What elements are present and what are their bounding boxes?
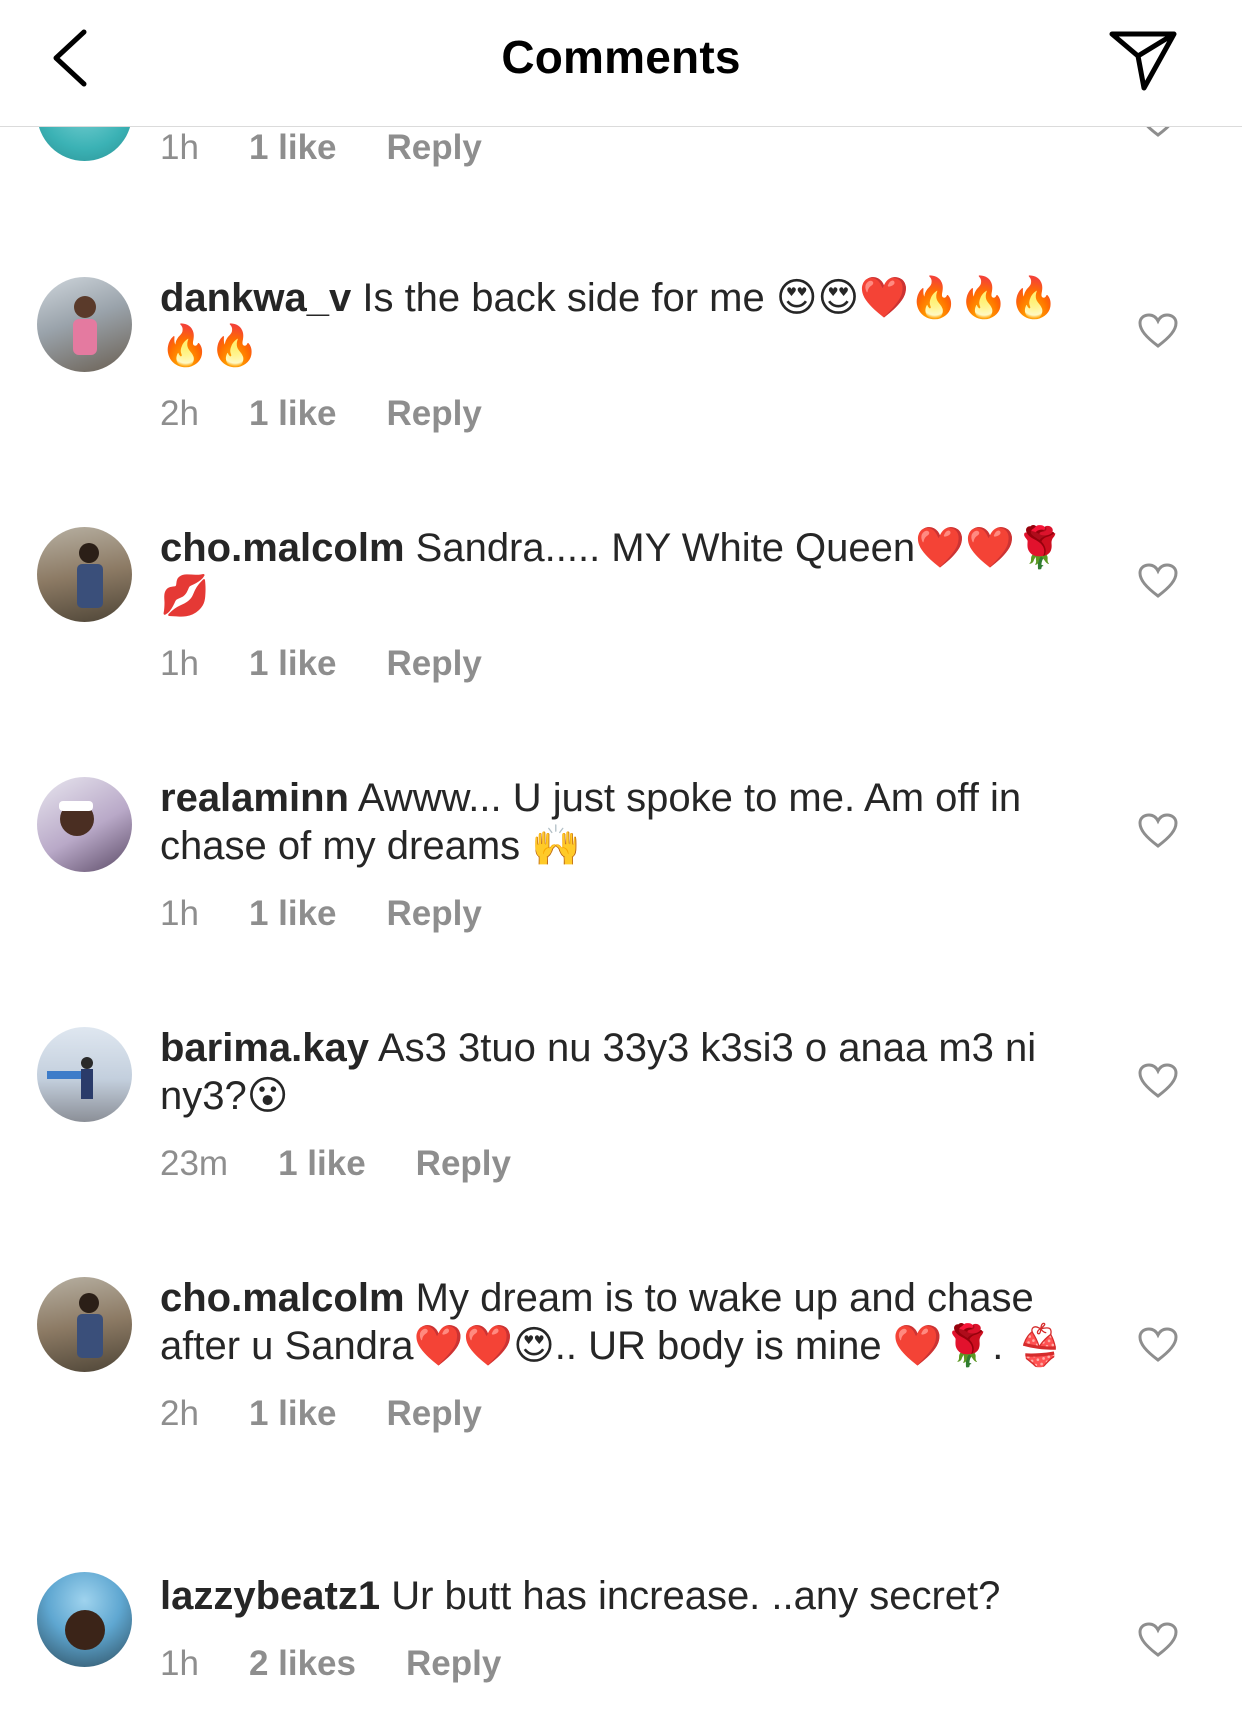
comment-time: 23m [160,1144,229,1183]
comment-username[interactable]: barima.kay [160,1026,369,1070]
comment-username[interactable]: lazzybeatz1 [160,1574,380,1618]
avatar[interactable] [37,1572,132,1667]
comments-list: 1h 1 like Reply dankwa_v Is the back sid… [0,0,1242,1729]
comment-time: 1h [160,1644,199,1683]
send-icon[interactable] [1108,28,1178,92]
like-heart-icon[interactable] [1138,1327,1178,1363]
reply-button[interactable]: Reply [416,1144,511,1184]
comment-text: barima.kay As3 3tuo nu 33y3 k3si3 o anaa… [160,1024,1100,1120]
like-heart-icon[interactable] [1138,313,1178,349]
comment-likes[interactable]: 1 like [249,128,337,168]
comment-likes[interactable]: 1 like [249,644,337,684]
comment-likes[interactable]: 1 like [249,394,337,434]
comment-body: Ur butt has increase. ..any secret? [391,1574,1001,1618]
like-heart-icon[interactable] [1138,1622,1178,1658]
comment-meta: 23m 1 like Reply [160,1144,1100,1184]
comment-text: cho.malcolm My dream is to wake up and c… [160,1274,1100,1370]
comment-text: lazzybeatz1 Ur butt has increase. ..any … [160,1572,1100,1620]
comment-meta: 1h 1 like Reply [160,128,1100,168]
like-heart-icon[interactable] [1138,563,1178,599]
page-title: Comments [501,31,741,83]
comment-likes[interactable]: 1 like [249,1394,337,1434]
comment-meta: 1h 1 like Reply [160,644,1100,684]
comment-meta: 2h 1 like Reply [160,1394,1100,1434]
comment-time: 2h [160,394,199,433]
comment-time: 1h [160,894,199,933]
avatar[interactable] [37,527,132,622]
avatar[interactable] [37,1277,132,1372]
comment-likes[interactable]: 2 likes [249,1644,356,1684]
comment-meta: 1h 2 likes Reply [160,1644,1100,1684]
reply-button[interactable]: Reply [387,394,482,434]
like-heart-icon[interactable] [1138,813,1178,849]
avatar[interactable] [37,1027,132,1122]
comment-likes[interactable]: 1 like [249,894,337,934]
comment-text: dankwa_v Is the back side for me 😍😍❤️🔥🔥🔥… [160,274,1100,370]
reply-button[interactable]: Reply [387,128,482,168]
reply-button[interactable]: Reply [387,894,482,934]
comment-meta: 1h 1 like Reply [160,894,1100,934]
comment-text: realaminn Awww... U just spoke to me. Am… [160,774,1100,870]
avatar[interactable] [37,277,132,372]
comment-likes[interactable]: 1 like [278,1144,366,1184]
reply-button[interactable]: Reply [387,644,482,684]
comment-username[interactable]: cho.malcolm [160,526,405,570]
reply-button[interactable]: Reply [387,1394,482,1434]
comment-time: 1h [160,128,199,167]
comment-username[interactable]: realaminn [160,776,349,820]
comment-username[interactable]: dankwa_v [160,276,351,320]
comment-time: 1h [160,644,199,683]
header-bar: Comments [0,0,1242,127]
comment-meta: 2h 1 like Reply [160,394,1100,434]
comment-username[interactable]: cho.malcolm [160,1276,405,1320]
comment-text: cho.malcolm Sandra..... MY White Queen❤️… [160,524,1100,620]
avatar[interactable] [37,777,132,872]
reply-button[interactable]: Reply [406,1644,501,1684]
comment-time: 2h [160,1394,199,1433]
like-heart-icon[interactable] [1138,1063,1178,1099]
